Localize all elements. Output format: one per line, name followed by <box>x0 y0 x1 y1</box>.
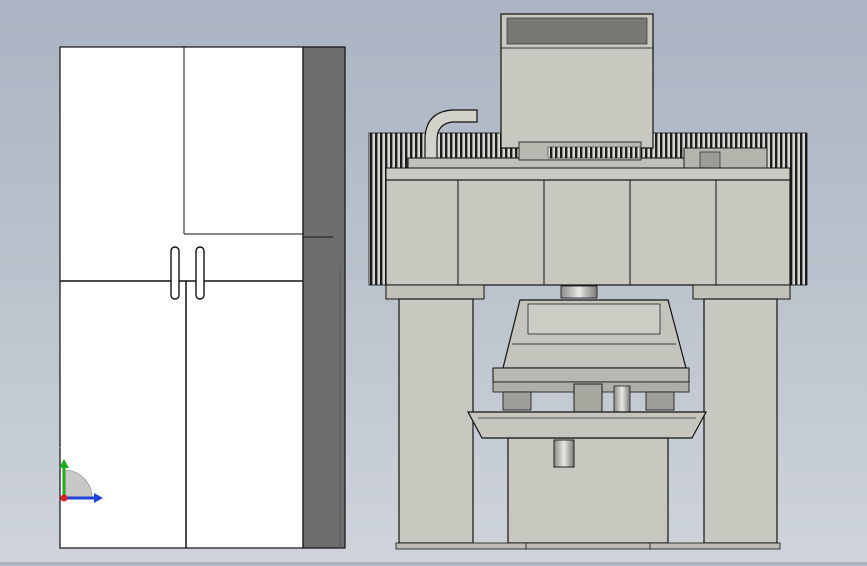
spindle-cover <box>527 303 661 335</box>
x-axis-origin <box>60 494 68 502</box>
left-column <box>398 298 474 544</box>
lower-shaft <box>553 439 575 468</box>
base-pedestal <box>507 437 669 544</box>
z-axis-label: Z <box>103 488 111 501</box>
right-column <box>703 298 778 544</box>
machine-front-view[interactable] <box>368 13 808 550</box>
spindle-head[interactable] <box>492 285 690 413</box>
right-clamp <box>645 391 675 411</box>
carriage-fins <box>547 146 641 159</box>
cabinet-side-panel <box>302 46 346 549</box>
motor-housing[interactable] <box>500 13 654 149</box>
tool-cylinder <box>613 385 631 413</box>
center-tool-holder <box>573 383 603 413</box>
cabinet-front-panel <box>59 46 304 549</box>
spindle-neck <box>560 285 598 299</box>
left-clamp <box>502 391 532 411</box>
upper-enclosure[interactable] <box>385 179 791 286</box>
base-plate <box>395 542 781 550</box>
right-door-handle[interactable] <box>195 246 205 300</box>
cad-graphics-viewport[interactable]: Y Z <box>0 0 867 562</box>
cabinet-side-view[interactable] <box>59 46 346 549</box>
left-door-handle[interactable] <box>170 246 180 300</box>
tool-plate <box>492 367 690 383</box>
y-axis-label: Y <box>59 445 67 458</box>
enclosure-body <box>385 179 791 286</box>
motor-top-band <box>506 17 648 45</box>
work-tray <box>466 411 708 439</box>
right-crossbeam-pad <box>692 284 791 300</box>
left-crossbeam-pad <box>385 284 485 300</box>
cad-drawing[interactable]: Y Z <box>0 0 867 562</box>
